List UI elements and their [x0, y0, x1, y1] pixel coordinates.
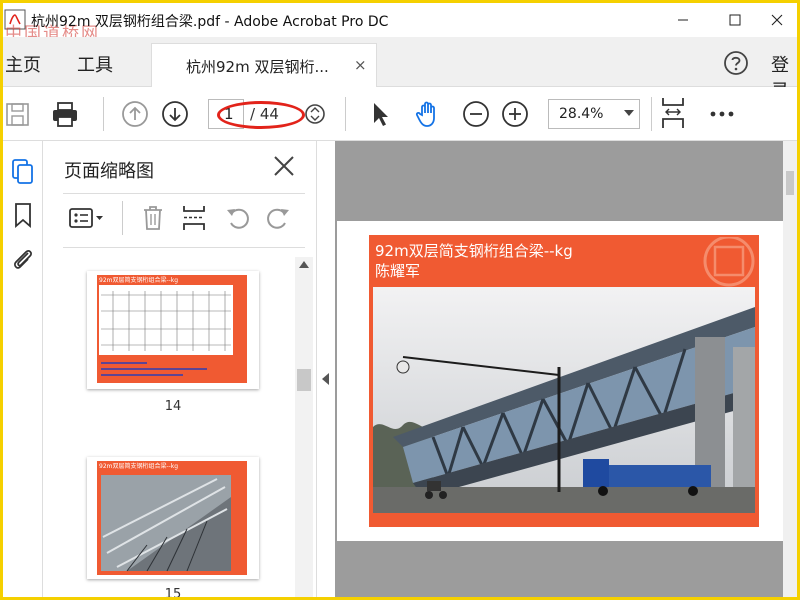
bridge-photo-image: [373, 287, 755, 513]
zoom-level-select[interactable]: 28.4%: [548, 99, 640, 129]
panel-toolbar-separator: [122, 201, 123, 235]
fit-page-icon[interactable]: [657, 96, 689, 130]
thumbnail-slide-title: 92m双层简支钢桁组合梁--kg: [99, 277, 179, 284]
left-rail: [3, 141, 43, 597]
thumbnail-page-number: 15: [164, 587, 182, 597]
next-page-icon[interactable]: [160, 99, 190, 129]
menu-home[interactable]: 主页: [5, 51, 41, 77]
collapse-arrow-icon[interactable]: [322, 373, 329, 385]
more-options-icon[interactable]: [707, 99, 737, 129]
page-thumbnails-icon[interactable]: [9, 157, 37, 185]
menu-tools[interactable]: 工具: [77, 51, 113, 77]
slide-title-block: 92m双层简支钢桁组合梁--kg 陈耀军: [375, 241, 573, 281]
thumbnail-bridge-photo-image: [97, 461, 247, 575]
title-bar: 中国道桥网 杭州92m 双层钢桁组合梁.pdf - Adobe Acrobat …: [3, 3, 797, 44]
chevron-down-icon: [624, 110, 634, 116]
insert-page-icon[interactable]: [179, 203, 209, 233]
previous-page-icon[interactable]: [120, 99, 150, 129]
thumbnail-drawing-image: [97, 275, 247, 383]
help-icon[interactable]: [722, 49, 750, 77]
slide: 92m双层简支钢桁组合梁--kg 陈耀军: [369, 235, 759, 527]
thumbnail-slide-title: 92m双层简支钢桁组合梁--kg: [99, 463, 179, 470]
maximize-icon[interactable]: [715, 7, 755, 33]
zoom-stepper-icon[interactable]: [300, 99, 330, 129]
close-window-icon[interactable]: [757, 7, 797, 33]
panel-divider: [63, 193, 305, 194]
panel-collapse-handle[interactable]: [317, 141, 335, 597]
attachment-icon[interactable]: [9, 245, 37, 273]
scroll-up-icon[interactable]: [299, 261, 309, 268]
zoom-level-value: 28.4%: [559, 106, 604, 122]
page-thumbnail[interactable]: 92m双层简支钢桁组合梁--kg: [87, 271, 259, 389]
document-scroll-thumb[interactable]: [786, 171, 794, 195]
thumbnail-options-icon[interactable]: [67, 203, 107, 233]
toolbar-separator: [651, 97, 652, 131]
scroll-thumb[interactable]: [297, 369, 311, 391]
thumbnail-scrollbar[interactable]: [295, 257, 313, 597]
tab-close-icon[interactable]: ×: [354, 56, 367, 74]
close-panel-icon[interactable]: [271, 153, 297, 179]
slide-title: 92m双层简支钢桁组合梁--kg: [375, 242, 573, 260]
hand-tool-icon[interactable]: [413, 99, 443, 129]
rotate-right-icon[interactable]: [263, 203, 293, 233]
delete-page-icon[interactable]: [138, 203, 168, 233]
save-icon[interactable]: [3, 99, 33, 129]
panel-divider: [63, 247, 305, 248]
select-arrow-icon[interactable]: [365, 99, 395, 129]
acrobat-window: 中国道桥网 杭州92m 双层钢桁组合梁.pdf - Adobe Acrobat …: [3, 3, 797, 597]
thumbnail-page-number: 14: [164, 399, 182, 414]
menu-bar: 主页 工具 杭州92m 双层钢桁... × 登录: [3, 37, 797, 102]
document-view[interactable]: 92m双层简支钢桁组合梁--kg 陈耀军: [335, 141, 797, 597]
print-icon[interactable]: [50, 99, 80, 129]
document-scrollbar[interactable]: [783, 141, 797, 597]
zoom-out-icon[interactable]: [461, 99, 491, 129]
toolbar: 1 / 44 28.4%: [3, 87, 797, 141]
bookmark-icon[interactable]: [9, 201, 37, 229]
highlight-oval-annotation: [217, 101, 305, 129]
minimize-icon[interactable]: [663, 7, 703, 33]
zoom-in-icon[interactable]: [500, 99, 530, 129]
panel-title: 页面缩略图: [64, 161, 154, 182]
page-thumbnail[interactable]: 92m双层简支钢桁组合梁--kg: [87, 457, 259, 579]
toolbar-separator: [345, 97, 346, 131]
document-tab[interactable]: 杭州92m 双层钢桁... ×: [151, 43, 377, 87]
rotate-left-icon[interactable]: [223, 203, 253, 233]
slide-author: 陈耀军: [375, 262, 421, 280]
document-tab-label: 杭州92m 双层钢桁...: [186, 58, 329, 76]
window-title: 杭州92m 双层钢桁组合梁.pdf - Adobe Acrobat Pro DC: [31, 14, 389, 30]
toolbar-separator: [103, 97, 104, 131]
pdf-page: 92m双层简支钢桁组合梁--kg 陈耀军: [337, 221, 783, 541]
thumbnail-panel: 页面缩略图 92m双层简支钢桁组合梁--kg 14 92m双层简支钢桁组合梁--…: [43, 141, 317, 597]
